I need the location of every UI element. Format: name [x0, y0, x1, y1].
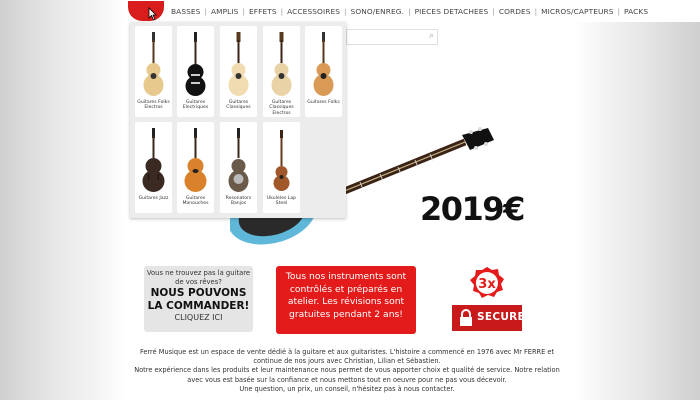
nav-item-effets[interactable]: EFFETS [245, 7, 281, 16]
promo-question: Vous ne trouvez pas la guitare de vos rê… [146, 269, 251, 286]
nav-item-amplis[interactable]: AMPLIS [207, 7, 242, 16]
category-label: Ukuleles Lap Steel [266, 196, 297, 207]
nav-item-cordes[interactable]: CORDES [495, 7, 535, 16]
resonator-icon [228, 128, 249, 192]
nav-item-basses[interactable]: BASSES [167, 7, 204, 16]
nav-item-accessoires[interactable]: ACCESSOIRES [283, 7, 344, 16]
payment-3x-badge-icon: 3x [470, 267, 504, 298]
footer-contact: Une question, un prix, un conseil, n'hés… [239, 384, 455, 393]
nav-item-pieces[interactable]: PIECES DETACHEES [411, 7, 493, 16]
nav-item-sono[interactable]: SONO/ENREG. [347, 7, 409, 16]
guitares-dropdown-menu: Guitares Folks Electros Guitares Electri… [130, 22, 346, 218]
category-tile-resonators[interactable]: Resonators Banjos [220, 122, 257, 213]
hero-price: 2019€ [420, 190, 525, 228]
workshop-info-box: Tous nos instruments sont contrôlés et p… [276, 266, 416, 334]
folk-electro-guitar-icon [143, 32, 164, 96]
order-promo-box[interactable]: Vous ne trouvez pas la guitare de vos rê… [144, 266, 253, 332]
footer-experience: Notre expérience dans les produits et le… [134, 366, 560, 384]
nav-item-micros[interactable]: MICROS/CAPTEURS [537, 7, 617, 16]
category-label: Guitares Folks Electros [137, 100, 170, 111]
category-label: Guitares Classiques [226, 100, 251, 111]
category-label: Resonators Banjos [225, 196, 252, 207]
pointer-cursor-icon [148, 7, 157, 21]
payment-3x-text: 3x [478, 277, 496, 292]
category-label: Guitares Electriques [182, 100, 209, 111]
secure-payment-badge: SECURE [452, 305, 526, 331]
category-tile-classiques-electros[interactable]: Guitares Classiques Electros [263, 26, 300, 117]
classical-electro-guitar-icon [271, 32, 292, 96]
category-label: Guitares Jazz [138, 196, 169, 201]
category-label: Guitares Manouches [182, 196, 209, 207]
category-label: Guitares Folks [307, 100, 340, 105]
promo-headline: NOUS POUVONS LA COMMANDER! [147, 287, 250, 312]
category-label: Guitares Classiques Electros [269, 100, 294, 116]
promo-cta-link[interactable]: CLIQUEZ ICI [144, 313, 253, 323]
search-icon[interactable]: ⌕ [429, 31, 434, 41]
main-nav: BASSES | AMPLIS | EFFETS | ACCESSOIRES | SON… [128, 0, 700, 22]
nav-item-packs[interactable]: PACKS [620, 7, 652, 16]
about-footer: Ferré Musique est un espace de vente déd… [128, 348, 566, 394]
footer-history: Ferré Musique est un espace de vente déd… [139, 348, 555, 366]
jazz-guitar-icon [142, 128, 165, 192]
folk-guitar-icon [313, 32, 334, 96]
classical-guitar-icon [228, 32, 249, 96]
category-tile-folks[interactable]: Guitares Folks [305, 26, 342, 117]
category-tile-folks-electros[interactable]: Guitares Folks Electros [135, 26, 172, 117]
category-tile-ukuleles[interactable]: Ukuleles Lap Steel [263, 122, 300, 213]
ukulele-icon [273, 130, 290, 191]
secure-label: SECURE [477, 311, 526, 323]
workshop-info-text: Tous nos instruments sont contrôlés et p… [285, 271, 407, 320]
search-input[interactable]: ⌕ [346, 29, 438, 45]
category-tile-jazz[interactable]: Guitares Jazz [135, 122, 172, 213]
category-tile-electriques[interactable]: Guitares Electriques [177, 26, 214, 117]
category-tile-manouches[interactable]: Guitares Manouches [177, 122, 214, 213]
electric-guitar-icon [185, 32, 206, 96]
category-tile-classiques[interactable]: Guitares Classiques [220, 26, 257, 117]
manouche-guitar-icon [184, 128, 207, 192]
lock-icon [460, 309, 472, 326]
nav-item-guitares-active[interactable] [128, 1, 164, 21]
